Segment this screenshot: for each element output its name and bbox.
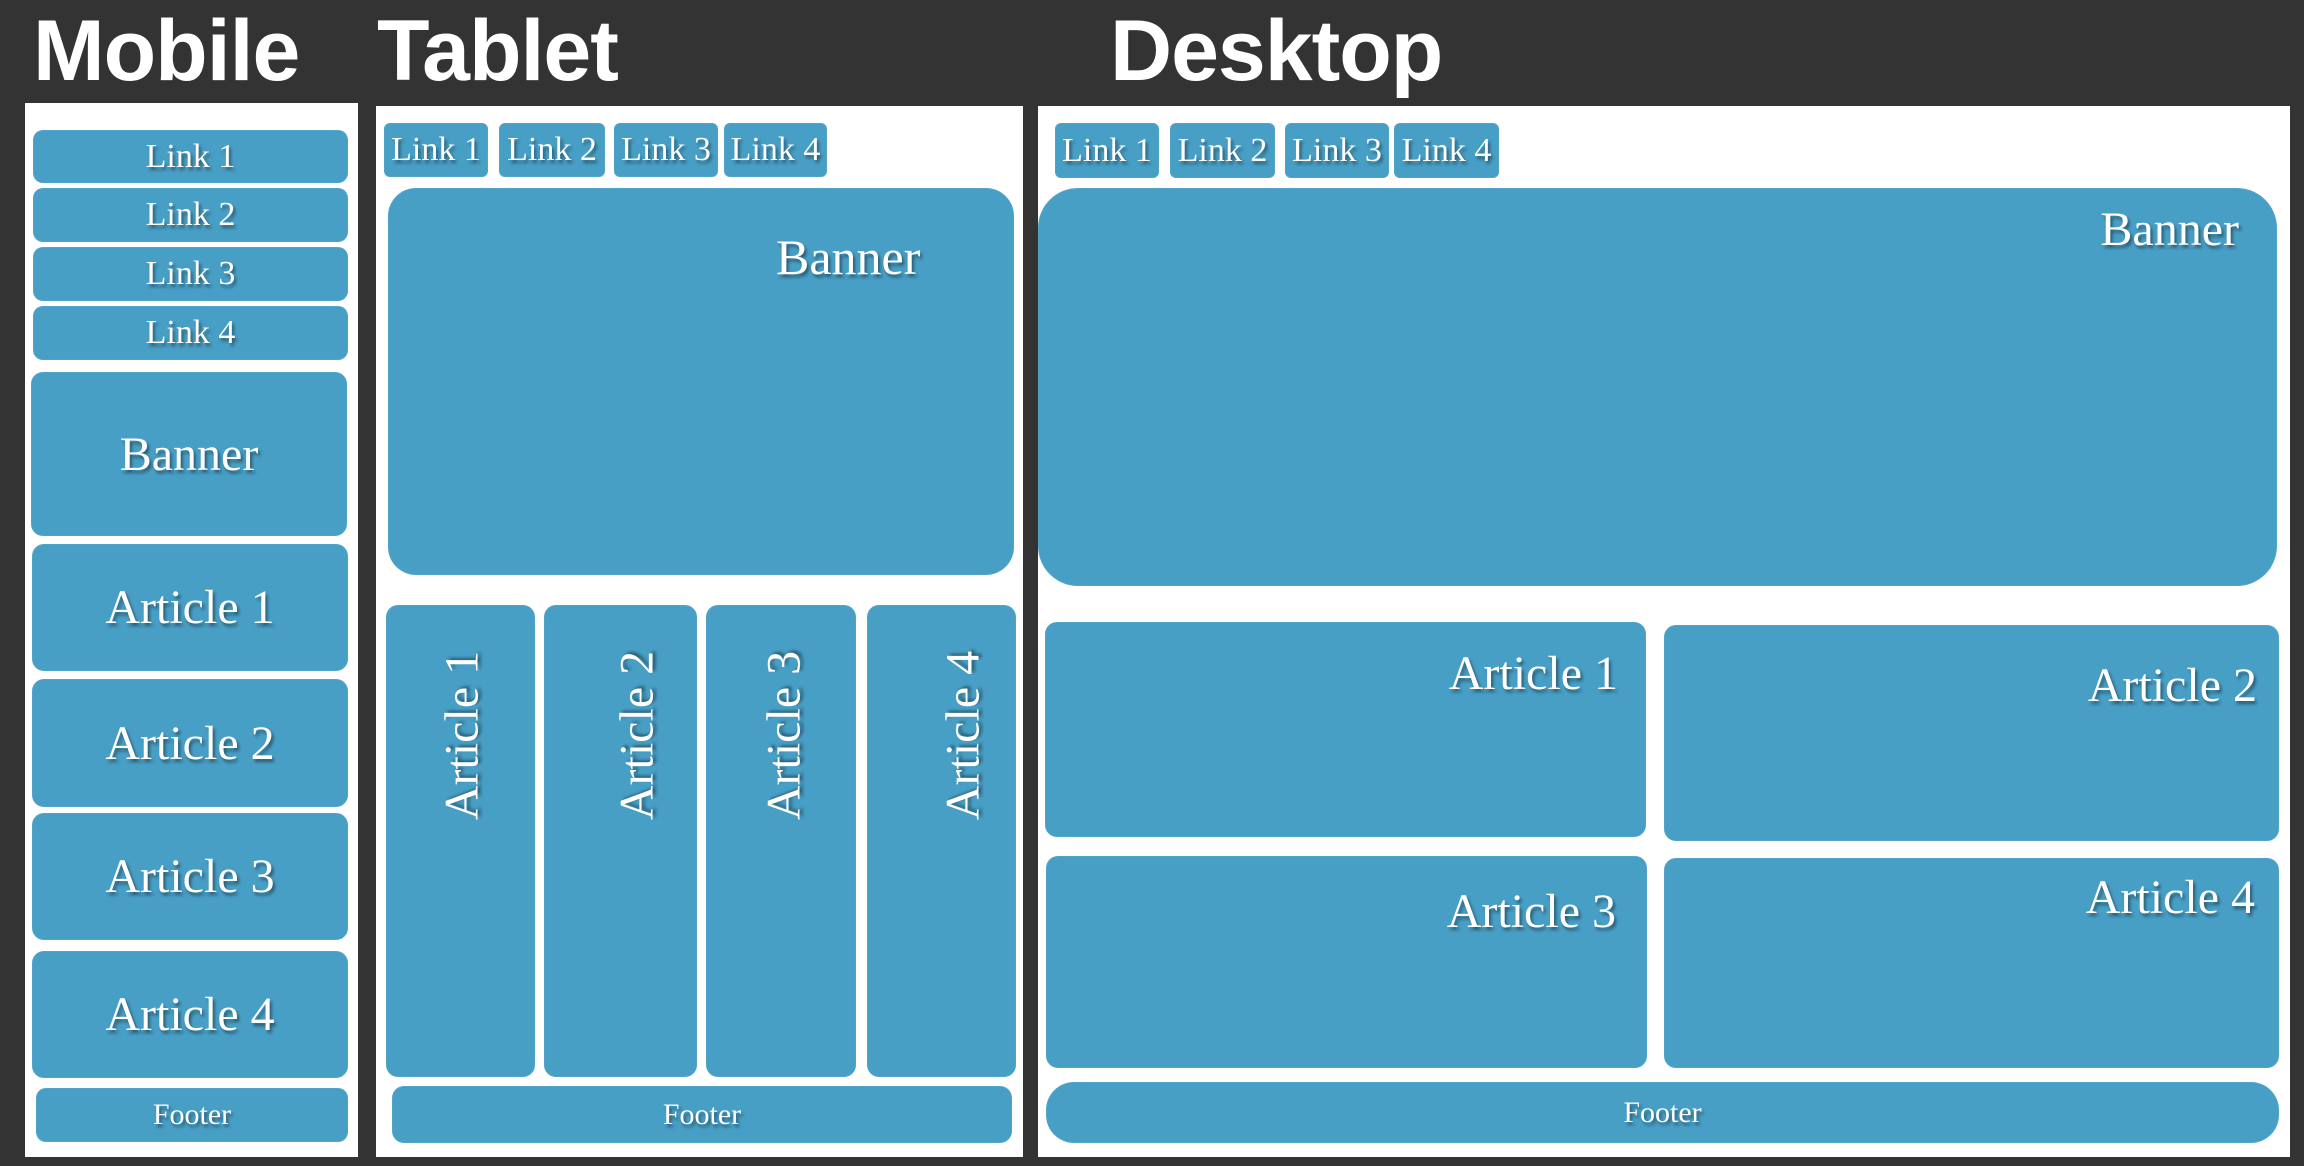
mobile-link-4-label: Link 4: [145, 314, 236, 351]
desktop-footer: Footer: [1046, 1082, 2279, 1143]
mobile-footer: Footer: [36, 1088, 348, 1142]
desktop-banner-label: Banner: [2100, 203, 2239, 256]
desktop-link-3-label: Link 3: [1292, 131, 1382, 169]
tablet-banner: Banner: [388, 188, 1014, 575]
desktop-article-2-label: Article 2: [2087, 659, 2257, 712]
mobile-article-4: Article 4: [32, 951, 348, 1078]
tablet-title: Tablet: [377, 3, 619, 99]
mobile-footer-label: Footer: [152, 1098, 232, 1131]
tablet-link-4-label: Link 4: [730, 131, 821, 168]
mobile-link-4[interactable]: Link 4: [33, 306, 348, 360]
tablet-link-3-label: Link 3: [621, 131, 711, 168]
desktop-title: Desktop: [1110, 3, 1443, 99]
mobile-link-1-label: Link 1: [145, 137, 236, 175]
tablet-article-2-label: Article 2: [610, 650, 664, 821]
desktop-footer-label: Footer: [1623, 1095, 1702, 1129]
desktop-link-1-label: Link 1: [1062, 131, 1152, 169]
tablet-banner-label: Banner: [776, 229, 921, 285]
desktop-link-2[interactable]: Link 2: [1170, 123, 1275, 178]
mobile-article-2-label: Article 2: [105, 716, 275, 770]
tablet-article-1-label: Article 1: [435, 650, 489, 821]
tablet-link-2-label: Link 2: [507, 131, 597, 168]
desktop-article-4: Article 4: [1664, 858, 2279, 1068]
desktop-article-3: Article 3: [1046, 856, 1647, 1068]
tablet-article-3: Article 3: [706, 605, 856, 1077]
tablet-footer-label: Footer: [662, 1097, 742, 1131]
tablet-article-3-label: Article 3: [757, 650, 811, 821]
tablet-footer: Footer: [392, 1086, 1012, 1143]
mobile-article-3-label: Article 3: [105, 850, 275, 903]
desktop-link-3[interactable]: Link 3: [1285, 123, 1389, 178]
mobile-link-3[interactable]: Link 3: [33, 247, 348, 301]
tablet-link-3[interactable]: Link 3: [614, 123, 718, 177]
desktop-link-1[interactable]: Link 1: [1055, 123, 1159, 178]
mobile-link-1[interactable]: Link 1: [33, 130, 348, 183]
mobile-article-1-label: Article 1: [105, 581, 275, 634]
desktop-article-2: Article 2: [1664, 625, 2279, 841]
desktop-link-2-label: Link 2: [1177, 131, 1268, 169]
mobile-link-2-label: Link 2: [145, 196, 236, 233]
tablet-link-2[interactable]: Link 2: [499, 123, 605, 177]
tablet-article-2: Article 2: [544, 605, 697, 1077]
tablet-article-1: Article 1: [386, 605, 535, 1077]
mobile-article-4-label: Article 4: [105, 988, 275, 1041]
tablet-article-4: Article 4: [867, 605, 1016, 1077]
tablet-link-1[interactable]: Link 1: [384, 123, 488, 177]
desktop-article-1: Article 1: [1045, 622, 1646, 837]
mobile-article-3: Article 3: [32, 813, 348, 940]
mobile-article-2: Article 2: [32, 679, 348, 807]
desktop-banner: Banner: [1038, 188, 2277, 586]
tablet-link-4[interactable]: Link 4: [724, 123, 827, 177]
mobile-banner-label: Banner: [119, 427, 259, 481]
mobile-article-1: Article 1: [32, 544, 348, 671]
desktop-article-1-label: Article 1: [1448, 647, 1618, 700]
mobile-banner: Banner: [31, 372, 347, 536]
desktop-link-4-label: Link 4: [1401, 131, 1492, 169]
desktop-article-4-label: Article 4: [2085, 871, 2255, 924]
mobile-link-2[interactable]: Link 2: [33, 188, 348, 242]
mobile-link-3-label: Link 3: [145, 255, 236, 292]
desktop-article-3-label: Article 3: [1446, 885, 1616, 938]
tablet-article-4-label: Article 4: [936, 650, 990, 821]
mobile-title: Mobile: [33, 3, 300, 99]
desktop-link-4[interactable]: Link 4: [1394, 123, 1499, 178]
tablet-link-1-label: Link 1: [391, 131, 481, 168]
